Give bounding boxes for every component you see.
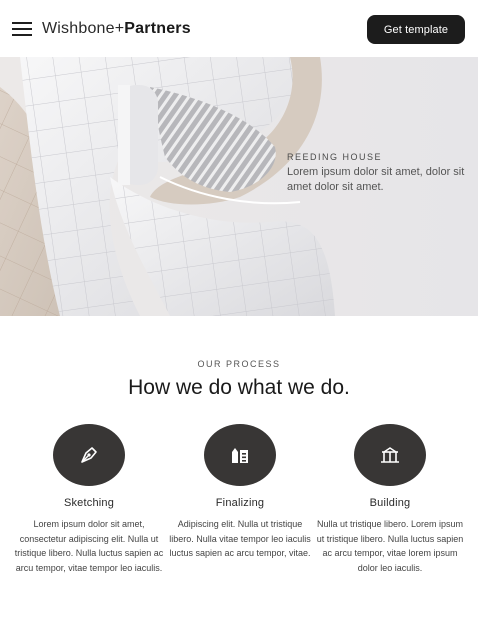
hero-kicker: REEDING HOUSE	[287, 152, 383, 162]
get-template-button[interactable]: Get template	[367, 15, 465, 44]
page: Wishbone+Partners Get template REEDING H…	[0, 0, 478, 639]
process-step-sketching: Sketching Lorem ipsum dolor sit amet, co…	[14, 424, 164, 575]
step-description: Adipiscing elit. Nulla ut tristique libe…	[169, 519, 311, 559]
step-description: Lorem ipsum dolor sit amet, consectetur …	[14, 519, 164, 573]
hamburger-menu-icon[interactable]	[12, 22, 32, 36]
step-icon-circle	[53, 424, 125, 486]
step-title: Sketching	[63, 497, 115, 509]
brand-logo[interactable]: Wishbone+Partners	[42, 19, 191, 39]
step-icon-circle	[354, 424, 426, 486]
step-icon-circle	[204, 424, 276, 486]
step-title: Building	[369, 497, 411, 509]
buildings-icon	[232, 448, 248, 463]
building-columns-icon	[381, 447, 399, 463]
process-title: How we do what we do.	[128, 376, 350, 399]
process-kicker: OUR PROCESS	[197, 359, 281, 369]
step-description: Nulla ut tristique libero. Lorem ipsum u…	[316, 519, 464, 573]
site-header: Wishbone+Partners Get template	[0, 0, 478, 57]
process-step-building: Building Nulla ut tristique libero. Lore…	[315, 424, 465, 575]
pen-nib-icon	[81, 447, 97, 463]
hero-description: Lorem ipsum dolor sit amet, dolor sit am…	[287, 166, 465, 193]
hero-caption: REEDING HOUSE Lorem ipsum dolor sit amet…	[287, 152, 467, 195]
brand-name-bold: Partners	[124, 20, 191, 37]
process-step-finalizing: Finalizing Adipiscing elit. Nulla ut tri…	[165, 424, 315, 561]
step-title: Finalizing	[215, 497, 265, 509]
brand-name-light: Wishbone+	[42, 20, 125, 37]
hero-image: REEDING HOUSE Lorem ipsum dolor sit amet…	[0, 57, 478, 316]
